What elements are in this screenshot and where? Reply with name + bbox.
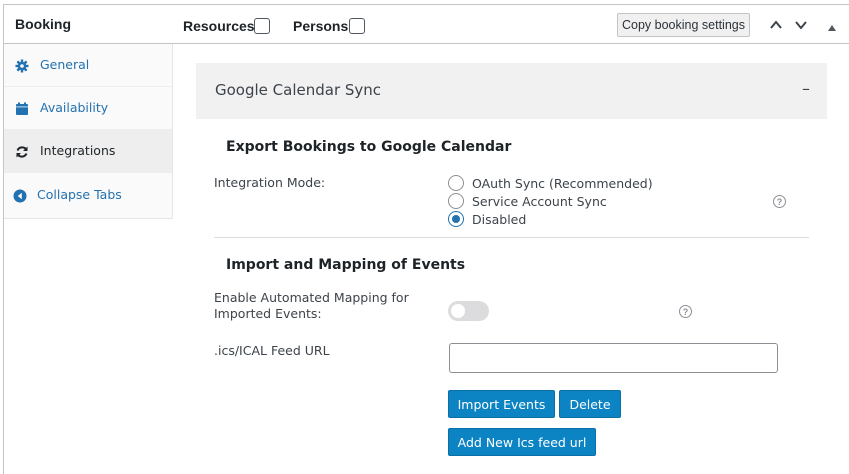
- google-calendar-sync-header[interactable]: Google Calendar Sync –: [196, 63, 827, 119]
- sidebar-item-label: General: [40, 57, 90, 72]
- feed-url-input[interactable]: [449, 343, 778, 373]
- help-icon[interactable]: ?: [679, 305, 692, 318]
- sidebar-item-label: Integrations: [40, 143, 116, 158]
- sidebar-item-collapse-tabs[interactable]: Collapse Tabs: [4, 174, 172, 217]
- resources-checkbox[interactable]: [254, 18, 270, 34]
- persons-label: Persons:: [293, 18, 353, 34]
- copy-booking-settings-button[interactable]: Copy booking settings: [617, 13, 750, 37]
- chevron-up-icon[interactable]: [769, 17, 783, 36]
- export-heading: Export Bookings to Google Calendar: [226, 139, 512, 155]
- sidebar-item-label: Collapse Tabs: [37, 187, 122, 202]
- calendar-icon: [15, 101, 29, 115]
- delete-button[interactable]: Delete: [559, 390, 621, 418]
- toggle-knob: [451, 304, 465, 318]
- sidebar-item-availability[interactable]: Availability: [4, 87, 172, 130]
- resources-label: Resources:: [183, 18, 260, 34]
- sync-icon: [15, 144, 29, 158]
- triangle-up-icon[interactable]: [827, 18, 837, 37]
- radio-oauth-sync[interactable]: OAuth Sync (Recommended): [448, 174, 653, 192]
- collapse-arrow-icon: [13, 188, 27, 203]
- radio-label: Service Account Sync: [472, 193, 607, 209]
- tabs-sidebar: General Availability Integrations Collap…: [4, 44, 173, 219]
- import-events-button[interactable]: Import Events: [448, 390, 555, 418]
- integration-mode-label: Integration Mode:: [214, 175, 326, 190]
- add-ics-feed-url-button[interactable]: Add New Ics feed url: [448, 428, 596, 456]
- sidebar-item-integrations[interactable]: Integrations: [4, 130, 172, 173]
- radio-label: OAuth Sync (Recommended): [472, 175, 653, 191]
- radio-button[interactable]: [448, 211, 464, 227]
- help-icon[interactable]: ?: [773, 195, 786, 208]
- radio-button[interactable]: [448, 193, 464, 209]
- radio-service-account-sync[interactable]: Service Account Sync: [448, 192, 607, 210]
- panel-header: Booking Resources: Persons: Copy booking…: [4, 5, 849, 44]
- mapping-label: Enable Automated Mapping for: [214, 290, 409, 305]
- panel-title: Booking: [15, 16, 71, 32]
- chevron-down-icon[interactable]: [794, 17, 808, 36]
- sidebar-item-general[interactable]: General: [4, 44, 172, 87]
- import-heading: Import and Mapping of Events: [226, 257, 466, 273]
- radio-button[interactable]: [448, 175, 464, 191]
- section-divider: [214, 237, 809, 238]
- automated-mapping-toggle[interactable]: [448, 301, 489, 321]
- section-title: Google Calendar Sync: [215, 81, 382, 99]
- booking-panel: Booking Resources: Persons: Copy booking…: [3, 4, 849, 474]
- mapping-label-continued: Imported Events:: [214, 306, 322, 321]
- persons-checkbox[interactable]: [349, 18, 365, 34]
- collapse-section-icon[interactable]: –: [802, 79, 810, 98]
- radio-disabled[interactable]: Disabled: [448, 210, 526, 228]
- gear-icon: [15, 58, 29, 73]
- feed-url-label: .ics/ICAL Feed URL: [214, 343, 330, 358]
- radio-label: Disabled: [472, 211, 527, 227]
- sidebar-item-label: Availability: [40, 100, 109, 115]
